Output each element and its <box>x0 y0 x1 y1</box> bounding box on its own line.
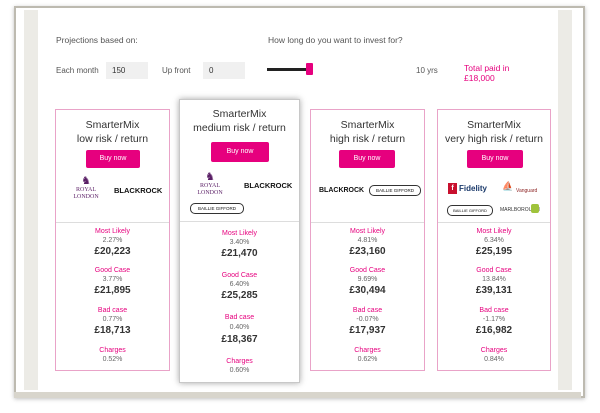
bad-case-label: Bad case <box>479 307 509 314</box>
buy-now-button[interactable]: Buy now <box>339 150 395 168</box>
bad-case-pct: -0.07% <box>356 316 379 323</box>
most-likely-pct: 3.40% <box>229 239 250 246</box>
window-bottom-edge <box>14 392 581 398</box>
charges-pct: 0.62% <box>357 356 378 363</box>
good-case-label: Good Case <box>94 267 131 274</box>
most-likely-label: Most Likely <box>349 228 385 235</box>
buy-now-button[interactable]: Buy now <box>467 150 523 168</box>
fidelity-icon: f <box>448 183 457 194</box>
buy-now-button[interactable]: Buy now <box>86 150 140 168</box>
stag-icon: ♞ <box>205 171 215 183</box>
bad-case-amount: £18,367 <box>221 334 258 345</box>
royal-london-logo: ♞ ROYAL LONDON <box>190 172 230 197</box>
charges-pct: 0.60% <box>229 367 250 374</box>
card-divider <box>180 221 299 222</box>
up-front-input[interactable]: 0 <box>203 62 245 79</box>
royal-london-logo: ♞ ROYAL LONDON <box>66 176 106 201</box>
bad-case-label: Bad case <box>224 314 255 321</box>
card-subtitle: low risk / return <box>76 133 149 145</box>
good-case-amount: £30,494 <box>349 285 386 296</box>
product-card-low: SmarterMix low risk / return Buy now ♞ R… <box>55 109 170 371</box>
card-divider <box>56 222 169 223</box>
most-likely-amount: £23,160 <box>349 246 386 257</box>
good-case-pct: 6.40% <box>229 281 250 288</box>
most-likely-label: Most Likely <box>476 228 512 235</box>
years-value: 10 yrs <box>416 66 438 75</box>
up-front-label: Up front <box>162 66 191 75</box>
card-subtitle: medium risk / return <box>193 122 286 134</box>
duration-slider-handle[interactable] <box>305 63 313 75</box>
product-card-high: SmarterMix high risk / return Buy now BL… <box>310 109 425 371</box>
good-case-amount: £39,131 <box>475 285 513 296</box>
good-case-label: Good Case <box>221 272 258 279</box>
card-subtitle: very high risk / return <box>444 133 544 145</box>
bad-case-pct: 0.77% <box>102 316 123 323</box>
bad-case-amount: £17,937 <box>349 325 386 336</box>
most-likely-pct: 6.34% <box>484 237 504 244</box>
good-case-label: Good Case <box>349 267 386 274</box>
charges-label: Charges <box>99 347 126 354</box>
card-title: SmarterMix <box>85 119 140 131</box>
charges-label: Charges <box>226 358 253 365</box>
product-card-very-high: SmarterMix very high risk / return Buy n… <box>437 109 551 371</box>
blackrock-logo: BLACKROCK <box>114 186 163 195</box>
left-scroll-rail <box>24 10 38 390</box>
charges-label: Charges <box>354 347 381 354</box>
buy-now-button[interactable]: Buy now <box>211 142 269 162</box>
bad-case-pct: 0.40% <box>229 324 250 331</box>
royal-london-text: ROYAL LONDON <box>197 183 223 196</box>
good-case-pct: 9.69% <box>357 276 378 283</box>
card-title: SmarterMix <box>212 108 267 120</box>
right-scroll-rail <box>558 10 572 390</box>
blackrock-logo: BLACKROCK <box>319 187 365 194</box>
marlborough-icon <box>531 204 539 213</box>
most-likely-amount: £21,470 <box>221 248 258 259</box>
baillie-gifford-logo: BAILLIE GIFFORD <box>447 205 493 216</box>
card-divider <box>311 222 424 223</box>
blackrock-logo: BLACKROCK <box>244 181 293 190</box>
bad-case-amount: £18,713 <box>94 325 131 336</box>
vanguard-logo: Vanguard <box>516 188 538 194</box>
royal-london-text: ROYAL LONDON <box>73 187 99 200</box>
projections-label: Projections based on: <box>56 35 138 45</box>
total-paid-amount: £18,000 <box>464 73 495 83</box>
good-case-pct: 3.77% <box>102 276 123 283</box>
charges-pct: 0.84% <box>484 356 504 363</box>
ship-icon: ⛵ <box>502 181 514 191</box>
each-month-input[interactable]: 150 <box>106 62 148 79</box>
most-likely-label: Most Likely <box>94 228 130 235</box>
charges-label: Charges <box>480 347 508 354</box>
most-likely-label: Most Likely <box>221 230 257 237</box>
each-month-label: Each month <box>56 66 99 75</box>
bad-case-amount: £16,982 <box>475 325 513 336</box>
total-paid-in: Total paid in £18,000 <box>464 63 509 83</box>
card-subtitle: high risk / return <box>329 133 406 145</box>
bad-case-label: Bad case <box>352 307 383 314</box>
product-card-medium: SmarterMix medium risk / return Buy now … <box>179 99 300 383</box>
baillie-gifford-logo: BAILLIE GIFFORD <box>369 185 421 196</box>
bad-case-pct: -1.17% <box>482 316 506 323</box>
stag-icon: ♞ <box>81 175 91 187</box>
good-case-label: Good Case <box>476 267 512 274</box>
fidelity-logo: Fidelity <box>459 184 488 193</box>
good-case-amount: £25,285 <box>221 290 258 301</box>
card-title: SmarterMix <box>467 119 521 131</box>
total-paid-label: Total paid in <box>464 63 510 73</box>
most-likely-amount: £25,195 <box>475 246 513 257</box>
bad-case-label: Bad case <box>97 307 128 314</box>
baillie-gifford-logo: BAILLIE GIFFORD <box>190 203 244 214</box>
most-likely-amount: £20,223 <box>94 246 131 257</box>
charges-pct: 0.52% <box>102 356 123 363</box>
good-case-pct: 13.84% <box>482 276 506 283</box>
most-likely-pct: 2.27% <box>102 237 123 244</box>
most-likely-pct: 4.81% <box>357 237 378 244</box>
duration-slider-track[interactable] <box>267 68 309 71</box>
good-case-amount: £21,895 <box>94 285 131 296</box>
duration-question: How long do you want to invest for? <box>268 35 403 45</box>
card-divider <box>438 222 550 223</box>
card-title: SmarterMix <box>340 119 395 131</box>
